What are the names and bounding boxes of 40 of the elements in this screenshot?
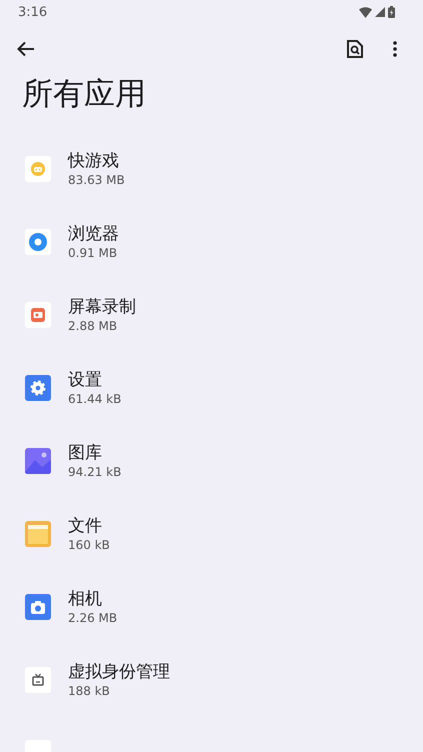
video-app-icon bbox=[25, 302, 51, 328]
battery-icon bbox=[388, 6, 395, 18]
app-name: 浏览器 bbox=[68, 222, 119, 244]
app-name: 图库 bbox=[68, 442, 103, 464]
back-arrow-icon bbox=[17, 41, 35, 57]
ring-app-icon bbox=[25, 228, 51, 254]
app-name: 快游戏 bbox=[68, 150, 120, 172]
app-size: 83.63 MB bbox=[68, 172, 125, 188]
wifi-icon bbox=[359, 6, 372, 18]
app-size: 160 kB bbox=[68, 536, 110, 552]
status-time: 3:16 bbox=[18, 4, 48, 20]
app-size: 188 kB bbox=[68, 682, 111, 698]
app-list-item[interactable]: 快游戏 83.63 MB bbox=[0, 132, 423, 205]
mountain-app-icon bbox=[25, 448, 51, 474]
app-name: 屏幕录制 bbox=[68, 296, 136, 318]
app-list-item[interactable]: 浏览器 0.91 MB bbox=[0, 205, 423, 278]
app-list-item[interactable]: 图库 94.21 kB bbox=[0, 424, 423, 497]
app-name: 虚拟身份管理 bbox=[68, 660, 170, 682]
app-size: 61.44 kB bbox=[68, 390, 122, 406]
page-title: 所有应用 bbox=[21, 75, 147, 114]
app-list-item[interactable]: 设置 61.44 kB bbox=[0, 351, 423, 424]
app-size: 2.88 MB bbox=[68, 318, 118, 334]
camera-app-icon bbox=[25, 594, 51, 620]
app-list-item[interactable]: 虚拟身份管理 188 kB bbox=[0, 643, 423, 716]
app-list-item[interactable]: 屏幕录制 2.88 MB bbox=[0, 278, 423, 351]
folder-app-icon bbox=[25, 520, 51, 546]
app-size: 94.21 kB bbox=[68, 464, 122, 480]
app-name: 文件 bbox=[68, 514, 103, 536]
gear-app-icon bbox=[25, 374, 51, 400]
app-list-item[interactable]: 相机 2.26 MB bbox=[0, 570, 423, 643]
search-icon bbox=[347, 40, 363, 58]
signal-icon bbox=[375, 7, 385, 17]
app-list-item[interactable]: 文件 160 kB bbox=[0, 497, 423, 570]
app-name: 相机 bbox=[68, 588, 103, 610]
app-size: 2.26 MB bbox=[68, 610, 118, 626]
tv-app-icon bbox=[25, 666, 51, 692]
more-icon bbox=[393, 41, 397, 57]
app-size: 0.91 MB bbox=[68, 244, 118, 260]
app-name: 设置 bbox=[68, 368, 103, 390]
robot-app-icon bbox=[25, 156, 51, 182]
